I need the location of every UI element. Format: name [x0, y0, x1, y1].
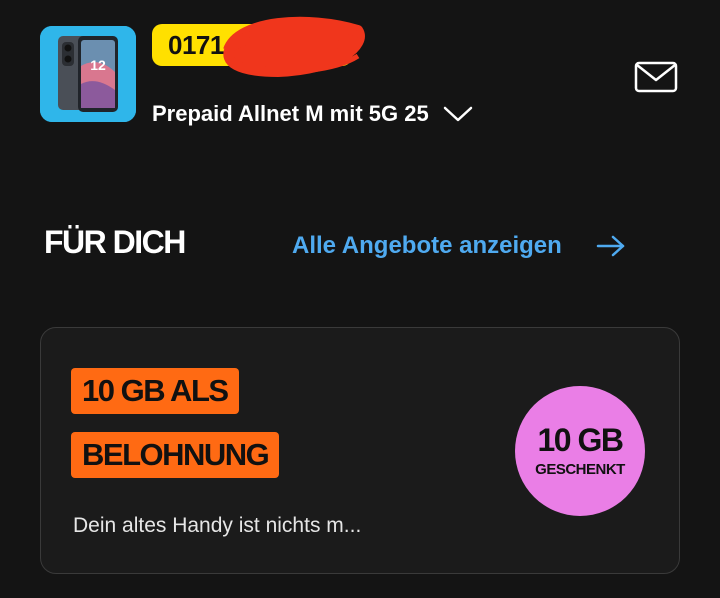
tariff-selector[interactable]: Prepaid Allnet M mit 5G 25 — [152, 96, 473, 132]
phone-number-badge: 0171 — [152, 24, 352, 66]
all-offers-link[interactable]: Alle Angebote anzeigen — [292, 226, 626, 266]
device-thumbnail: 12 — [40, 26, 136, 122]
promo-headline-line-1: 10 GB ALS — [71, 368, 239, 414]
offer-description: Dein altes Handy ist nichts m... — [73, 514, 362, 537]
arrow-right-icon — [596, 235, 625, 257]
all-offers-label: Alle Angebote anzeigen — [292, 232, 562, 259]
gift-badge-amount: 10 GB — [537, 422, 624, 458]
gift-badge-text: GESCHENKT — [535, 461, 625, 478]
offer-card[interactable]: 10 GB ALS BELOHNUNG Dein altes Handy ist… — [40, 327, 680, 574]
gift-badge: 10 GB GESCHENKT — [515, 386, 645, 516]
promo-headline-line-2: BELOHNUNG — [71, 432, 280, 478]
messages-button[interactable] — [632, 58, 680, 96]
section-title: FÜR DICH — [44, 224, 186, 260]
svg-text:12: 12 — [90, 57, 106, 73]
tariff-name: Prepaid Allnet M mit 5G 25 — [152, 101, 429, 126]
chevron-down-icon — [443, 106, 472, 122]
mail-icon — [634, 61, 678, 93]
smartphone-image: 12 — [40, 26, 136, 122]
